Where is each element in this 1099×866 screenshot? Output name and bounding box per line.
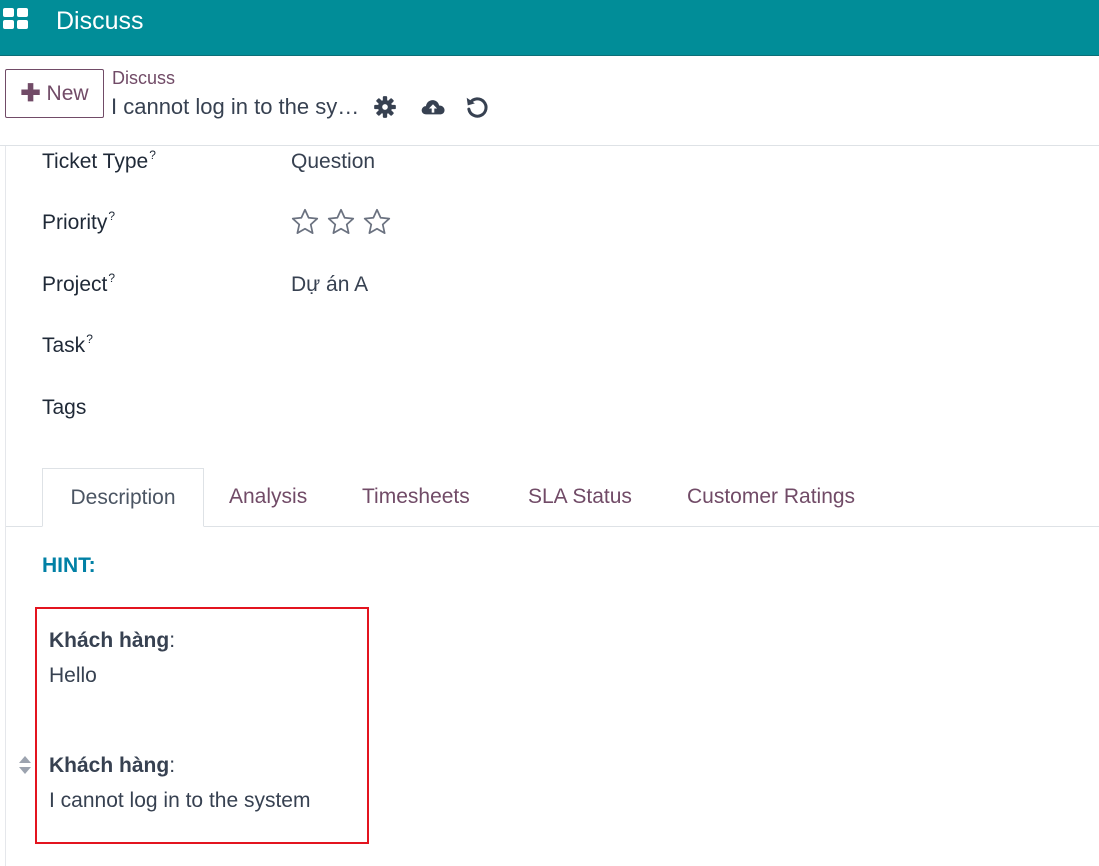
record-name: I cannot log in to the system: [111, 94, 361, 119]
message-text: I cannot log in to the system: [49, 789, 311, 812]
breadcrumb-discuss[interactable]: Discuss: [112, 68, 175, 89]
help-tooltip-icon[interactable]: ?: [86, 332, 93, 346]
tab-customer-ratings[interactable]: Customer Ratings: [687, 468, 855, 526]
message-author: Khách hàng:: [49, 629, 176, 652]
priority-label: Priority?: [42, 209, 116, 234]
tab-timesheets[interactable]: Timesheets: [362, 468, 470, 526]
star-icon[interactable]: [290, 207, 320, 237]
message-text: Hello: [49, 664, 97, 687]
task-field[interactable]: [291, 334, 591, 360]
new-button[interactable]: ✚ New: [5, 69, 104, 118]
cloud-upload-icon[interactable]: [420, 94, 446, 120]
discard-icon[interactable]: [464, 94, 490, 120]
project-label: Project?: [42, 271, 116, 296]
help-tooltip-icon[interactable]: ?: [108, 271, 115, 285]
tab-analysis[interactable]: Analysis: [229, 468, 307, 526]
priority-stars[interactable]: [290, 207, 392, 237]
notebook-tabs: Description Analysis Timesheets SLA Stat…: [6, 468, 1099, 527]
control-panel: ✚ New Discuss I cannot log in to the sys…: [0, 56, 1099, 146]
tags-label: Tags: [42, 396, 87, 419]
message-author: Khách hàng:: [49, 754, 176, 777]
resize-handle-icon[interactable]: [17, 754, 33, 776]
help-tooltip-icon[interactable]: ?: [149, 148, 156, 162]
ticket-type-label: Ticket Type?: [42, 148, 156, 173]
hint-heading: HINT:: [42, 554, 96, 577]
grid-apps-icon[interactable]: [3, 8, 29, 30]
project-value[interactable]: Dự án A: [291, 273, 368, 297]
tab-description[interactable]: Description: [42, 468, 204, 527]
star-icon[interactable]: [326, 207, 356, 237]
ticket-type-value[interactable]: Question: [291, 150, 375, 174]
gear-icon[interactable]: [372, 94, 398, 120]
tags-field[interactable]: [291, 396, 591, 422]
task-label: Task?: [42, 332, 93, 357]
new-button-label: New: [46, 81, 89, 105]
help-tooltip-icon[interactable]: ?: [108, 209, 115, 223]
plus-icon: ✚: [20, 79, 41, 107]
tab-sla-status[interactable]: SLA Status: [528, 468, 632, 526]
top-navbar: Discuss: [0, 0, 1099, 56]
app-title[interactable]: Discuss: [56, 6, 144, 36]
chat-transcript-highlight: Khách hàng: Hello Khách hàng: I cannot l…: [35, 607, 369, 844]
star-icon[interactable]: [362, 207, 392, 237]
